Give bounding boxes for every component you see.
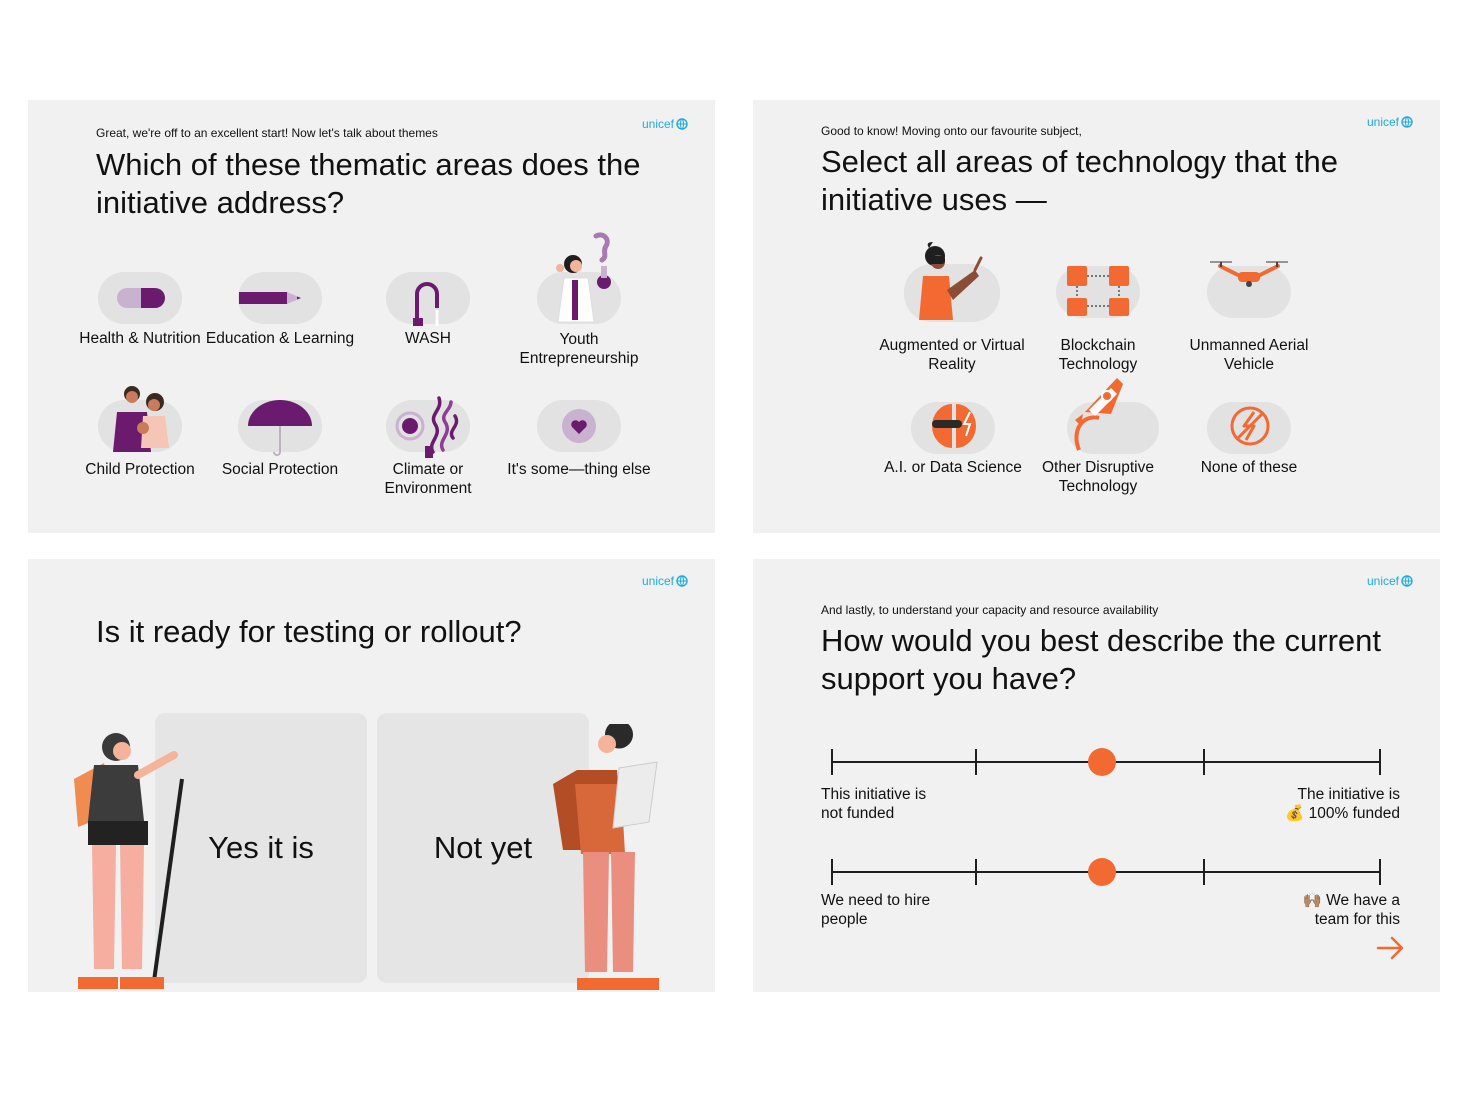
option-label: Social Protection [221, 461, 339, 478]
smoke-icon [395, 396, 459, 458]
option-other-disruptive-technology[interactable]: Other Disruptive Technology [1023, 372, 1173, 502]
funding-max-label-line1: The initiative is [1297, 786, 1400, 803]
pencil-icon [239, 292, 301, 304]
globe-icon [676, 118, 688, 130]
option-label: Blockchain Technology [1058, 337, 1138, 373]
heart-bubble-icon [562, 409, 596, 443]
option-something-else[interactable]: It's some—thing else [504, 382, 654, 502]
arrow-right-icon[interactable] [1376, 936, 1406, 960]
option-blockchain[interactable]: Blockchain Technology [1023, 240, 1173, 373]
slider-thumb[interactable] [1088, 748, 1116, 776]
option-label: Health & Nutrition [79, 330, 201, 347]
family-icon [113, 386, 169, 452]
option-ai-data-science[interactable]: A.I. or Data Science [878, 372, 1028, 502]
option-wash[interactable]: WASH [353, 270, 503, 380]
option-youth-entrepreneurship[interactable]: Youth Entrepreneurship [504, 230, 654, 380]
funding-max-label: The initiative is 💰 100% funded [1240, 785, 1400, 823]
option-label: Unmanned Aerial Vehicle [1189, 337, 1309, 373]
option-label: Climate or Environment [384, 461, 472, 497]
staffing-max-label: 🙌🏽 We have a team for this [1240, 891, 1400, 929]
ai-head-icon [932, 404, 976, 448]
thematic-areas-panel: unicef Great, we're off to an excellent … [28, 100, 715, 533]
option-label: Education & Learning [205, 330, 355, 347]
globe-icon [676, 575, 688, 587]
globe-icon [1401, 116, 1413, 128]
option-education-learning[interactable]: Education & Learning [205, 270, 355, 380]
technology-areas-panel: unicef Good to know! Moving onto our fav… [753, 100, 1440, 533]
staffing-slider[interactable] [831, 857, 1381, 887]
intro-text: Good to know! Moving onto our favourite … [821, 124, 1082, 138]
option-label: It's some—thing else [507, 461, 651, 478]
umbrella-icon [248, 400, 312, 456]
no-lightning-icon [1230, 406, 1270, 446]
globe-icon [1401, 575, 1413, 587]
unicef-logo: unicef [642, 574, 688, 588]
question-title: Select all areas of technology that the … [821, 144, 1338, 217]
pill-icon [117, 288, 165, 308]
staffing-min-label: We need to hire people [821, 892, 931, 928]
option-child-protection[interactable]: Child Protection [65, 382, 215, 502]
option-label: Youth Entrepreneurship [519, 331, 639, 367]
drone-icon [1210, 261, 1288, 287]
slider-thumb[interactable] [1088, 858, 1116, 886]
yes-label: Yes it is [208, 830, 314, 865]
blockchain-icon [1067, 266, 1129, 316]
support-panel: unicef And lastly, to understand your ca… [753, 559, 1440, 992]
unicef-logo: unicef [1367, 115, 1413, 129]
funding-max-label-line2: 💰 100% funded [1285, 805, 1400, 822]
option-label: A.I. or Data Science [884, 459, 1022, 476]
scientist-icon [556, 232, 611, 323]
staffing-max-label-line2: team for this [1314, 911, 1400, 928]
option-label: None of these [1200, 459, 1298, 476]
readiness-panel: unicef Is it ready for testing or rollou… [28, 559, 715, 992]
option-label: Other Disruptive Technology [1042, 459, 1154, 495]
intro-text: Great, we're off to an excellent start! … [96, 126, 438, 140]
option-augmented-virtual-reality[interactable]: Augmented or Virtual Reality [877, 240, 1027, 373]
rocket-icon [1074, 378, 1123, 451]
funding-slider[interactable] [831, 747, 1381, 777]
question-title: Is it ready for testing or rollout? [96, 614, 522, 649]
staffing-max-label-line1: 🙌🏽 We have a [1302, 892, 1400, 909]
option-label: Child Protection [85, 461, 195, 478]
option-label: WASH [405, 330, 451, 347]
option-none-of-these[interactable]: None of these [1174, 372, 1324, 502]
unicef-logo: unicef [1367, 574, 1413, 588]
faucet-icon [413, 282, 439, 326]
option-social-protection[interactable]: Social Protection [205, 382, 355, 502]
option-unmanned-aerial-vehicle[interactable]: Unmanned Aerial Vehicle [1174, 240, 1324, 373]
not-yet-label: Not yet [433, 830, 533, 865]
unicef-logo: unicef [642, 117, 688, 131]
intro-text: And lastly, to understand your capacity … [821, 603, 1159, 617]
vr-headset-icon [919, 242, 983, 320]
option-label: Augmented or Virtual Reality [879, 337, 1025, 373]
option-health-nutrition[interactable]: Health & Nutrition [65, 270, 215, 380]
question-title: How would you best describe the current … [821, 623, 1382, 696]
option-climate-environment[interactable]: Climate or Environment [353, 382, 503, 502]
hiker-illustration [74, 733, 184, 989]
funding-min-label: This initiative is not funded [821, 786, 927, 822]
hiker-with-map-illustration [553, 724, 659, 990]
question-title: Which of these thematic areas does the i… [96, 147, 641, 220]
